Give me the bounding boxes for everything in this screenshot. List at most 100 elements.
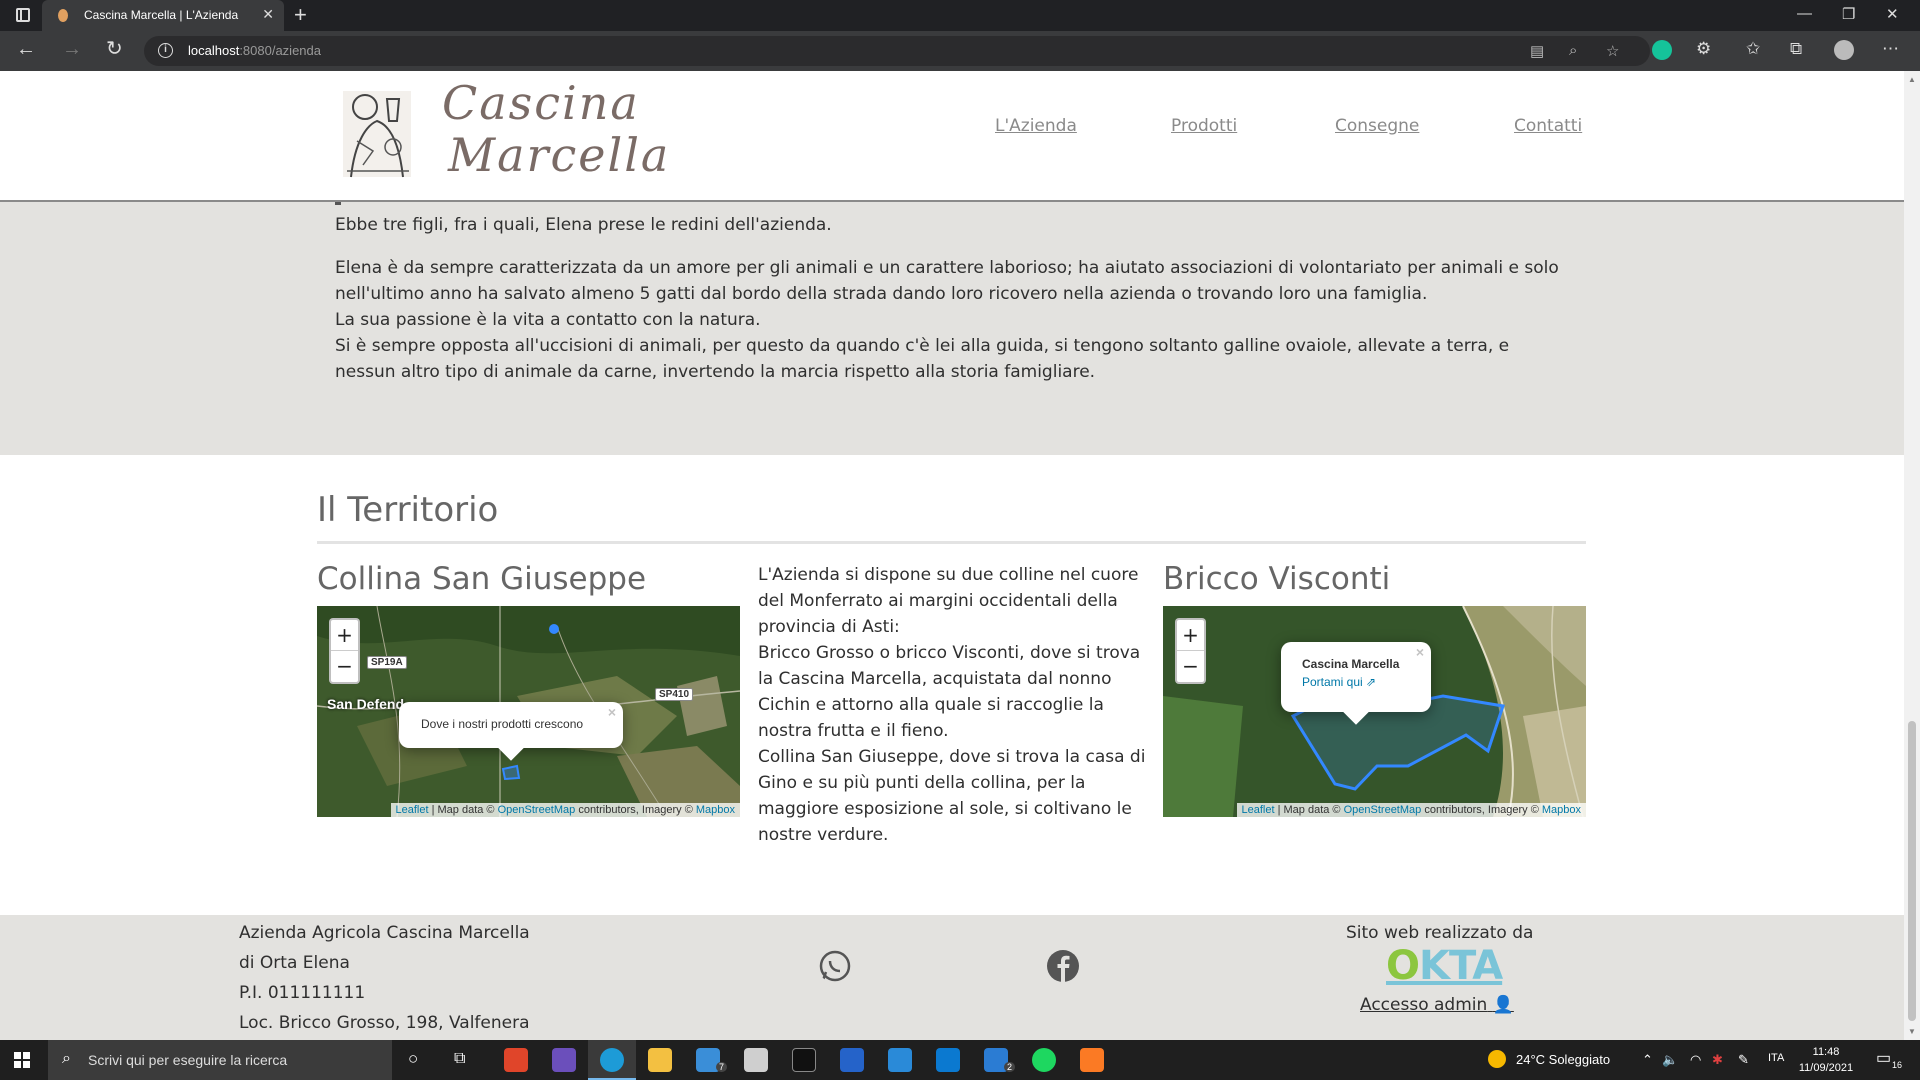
zoom-in-button[interactable]: +: [331, 620, 358, 651]
forward-icon[interactable]: →: [62, 39, 82, 59]
road-label: SP19A: [367, 656, 407, 669]
map-bricco-visconti[interactable]: + − Cascina Marcella Portami qui ⇗ × Lea…: [1163, 606, 1586, 817]
directions-icon: ⇗: [1366, 675, 1377, 689]
minimize-icon[interactable]: —: [1797, 5, 1812, 22]
scroll-down-icon[interactable]: ▼: [1908, 1027, 1916, 1036]
terminal-icon[interactable]: [792, 1048, 816, 1072]
todo-icon[interactable]: [840, 1048, 864, 1072]
map-popup: Dove i nostri prodotti crescono ×: [399, 702, 623, 761]
new-tab-icon[interactable]: +: [294, 2, 307, 28]
scroll-thumb[interactable]: [1908, 721, 1916, 1021]
search-placeholder: Scrivi qui per eseguire la ricerca: [88, 1052, 288, 1068]
nav-consegne[interactable]: Consegne: [1335, 116, 1419, 136]
close-window-icon[interactable]: ✕: [1886, 5, 1899, 23]
story-section: Ebbe tre figli, fra i quali, Elena prese…: [0, 202, 1904, 455]
nav-contatti[interactable]: Contatti: [1514, 116, 1582, 136]
zoom-in-button[interactable]: +: [1177, 620, 1204, 651]
tab-close-icon[interactable]: ✕: [262, 6, 274, 23]
territory-section: Il Territorio Collina San Giuseppe Bricc…: [0, 455, 1904, 915]
page-viewport: Cascina Marcella L'Azienda Prodotti Cons…: [0, 71, 1904, 1040]
cortana-icon[interactable]: ○: [408, 1049, 418, 1069]
logo-wordmark: Cascina Marcella: [442, 76, 671, 182]
back-icon[interactable]: ←: [16, 39, 36, 59]
vat-number: P.I. 011111111: [239, 983, 366, 1003]
volume-icon[interactable]: 🔈: [1662, 1052, 1678, 1068]
whatsapp-icon[interactable]: [818, 949, 852, 983]
more-menu-icon[interactable]: ⋯: [1882, 39, 1899, 59]
pen-icon[interactable]: ✎: [1738, 1052, 1749, 1068]
file-explorer-icon[interactable]: [648, 1048, 672, 1072]
address-bar[interactable]: i localhost:8080/azienda ▤ ⌕ ☆: [144, 36, 1650, 66]
popup-title: Cascina Marcella: [1302, 657, 1400, 671]
grammarly-extension-icon[interactable]: [1652, 40, 1672, 60]
weather-text[interactable]: 24°C Soleggiato: [1516, 1052, 1610, 1067]
zoom-control: + −: [1175, 618, 1206, 684]
zoom-control: + −: [329, 618, 360, 684]
task-view-icon[interactable]: ⧉: [454, 1050, 465, 1068]
logo-illustration-icon: [343, 91, 411, 178]
zoom-icon[interactable]: ⌕: [1569, 42, 1577, 59]
browser-toolbar: ← → ↻ i localhost:8080/azienda ▤ ⌕ ☆ ⚙ ✩…: [0, 31, 1920, 71]
site-info-icon[interactable]: i: [158, 43, 173, 58]
input-language[interactable]: ITA: [1768, 1052, 1784, 1064]
story-paragraph-1: Ebbe tre figli, fra i quali, Elena prese…: [335, 215, 832, 235]
road-label: SP410: [655, 688, 694, 701]
app-icon[interactable]: [504, 1048, 528, 1072]
reader-view-icon[interactable]: ▤: [1530, 42, 1544, 60]
system-clock[interactable]: 11:48 11/09/2021: [1796, 1044, 1856, 1076]
scroll-up-icon[interactable]: ▲: [1908, 75, 1916, 84]
browser-tab[interactable]: Cascina Marcella | L'Azienda ✕: [42, 0, 284, 31]
taskbar-search-box[interactable]: ⌕ Scrivi qui per eseguire la ricerca: [48, 1040, 392, 1080]
page-scrollbar[interactable]: ▲ ▼: [1904, 71, 1920, 1040]
okta-wordmark: KTA: [1419, 943, 1503, 989]
url-text[interactable]: localhost:8080/azienda: [188, 43, 321, 58]
restore-icon[interactable]: ❐: [1842, 5, 1855, 23]
profile-avatar-icon[interactable]: [1834, 40, 1854, 60]
add-favorite-icon[interactable]: ☆: [1606, 42, 1619, 60]
credit-text: Sito web realizzato da: [1346, 923, 1534, 943]
nav-prodotti[interactable]: Prodotti: [1171, 116, 1237, 136]
windows-start-icon[interactable]: [14, 1052, 30, 1068]
zoom-out-button[interactable]: −: [331, 651, 358, 682]
weather-sun-icon[interactable]: [1488, 1050, 1506, 1068]
section-title: Il Territorio: [317, 490, 499, 530]
extensions-icon[interactable]: ⚙: [1696, 39, 1711, 59]
notifications-icon[interactable]: ▭: [1876, 1048, 1891, 1068]
vscode-icon[interactable]: [888, 1048, 912, 1072]
directions-link[interactable]: Portami qui ⇗: [1302, 675, 1376, 689]
okta-logo-link[interactable]: OKTA: [1386, 943, 1503, 989]
facebook-icon[interactable]: [1046, 949, 1080, 983]
site-favicon-icon: [58, 9, 68, 22]
wifi-icon[interactable]: ◠: [1690, 1052, 1701, 1068]
collections-icon[interactable]: ⧉: [1790, 39, 1802, 59]
nav-azienda[interactable]: L'Azienda: [995, 116, 1077, 136]
zoom-out-button[interactable]: −: [1177, 651, 1204, 682]
tray-chevron-icon[interactable]: ⌃: [1642, 1052, 1653, 1068]
windows-taskbar: ⌕ Scrivi qui per eseguire la ricerca ○ ⧉…: [0, 1040, 1920, 1080]
map-popup: Cascina Marcella Portami qui ⇗ ×: [1281, 642, 1431, 725]
reload-icon[interactable]: ↻: [106, 39, 123, 59]
app-icon[interactable]: [552, 1048, 576, 1072]
map-attribution: Leaflet | Map data © OpenStreetMap contr…: [390, 803, 740, 817]
admin-login-link[interactable]: Accesso admin 👤: [1360, 995, 1514, 1015]
xampp-icon[interactable]: [1080, 1048, 1104, 1072]
popup-close-icon[interactable]: ×: [1416, 644, 1424, 660]
popup-close-icon[interactable]: ×: [608, 704, 616, 720]
territory-description: L'Azienda si dispone su due colline nel …: [758, 565, 1146, 845]
map-left-title: Collina San Giuseppe: [317, 561, 647, 597]
store-icon[interactable]: [744, 1048, 768, 1072]
word-badge: 2: [1004, 1062, 1016, 1072]
edge-browser-icon[interactable]: [600, 1048, 624, 1072]
map-attribution: Leaflet | Map data © OpenStreetMap contr…: [1236, 803, 1586, 817]
user-lock-icon: 👤: [1492, 995, 1514, 1015]
site-footer: Azienda Agricola Cascina Marcella di Ort…: [0, 915, 1904, 1040]
map-collina-san-giuseppe[interactable]: SP19A SP410 San Defend + − Dove i nostri…: [317, 606, 740, 817]
company-name: Azienda Agricola Cascina Marcella: [239, 923, 530, 943]
popup-text: Dove i nostri prodotti crescono: [421, 717, 584, 731]
favorites-icon[interactable]: ✩: [1746, 39, 1760, 59]
tab-title: Cascina Marcella | L'Azienda: [84, 8, 239, 22]
app-tray-icon[interactable]: ✱: [1712, 1052, 1723, 1068]
tab-actions-icon[interactable]: [16, 8, 30, 22]
spotify-icon[interactable]: [1032, 1048, 1056, 1072]
trello-icon[interactable]: [936, 1048, 960, 1072]
